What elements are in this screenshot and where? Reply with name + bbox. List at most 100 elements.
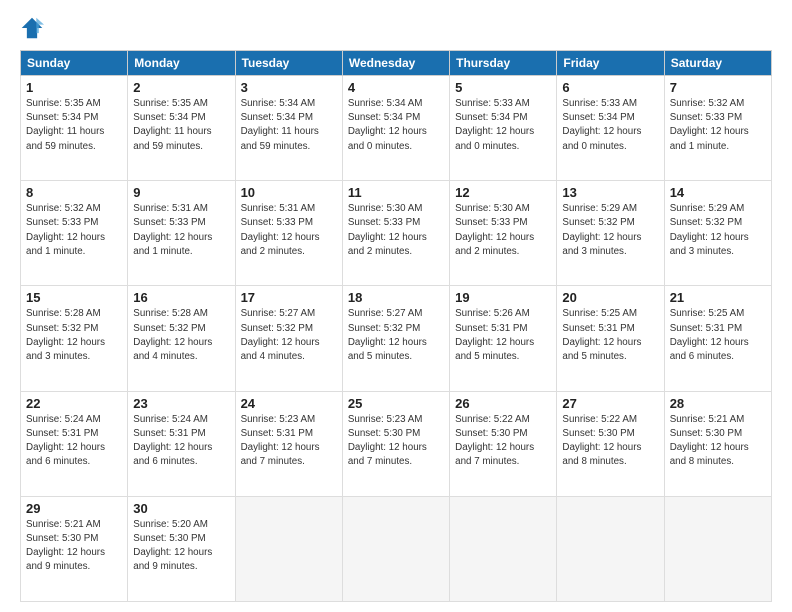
day-number: 30 [133, 501, 229, 516]
calendar-cell: 10 Sunrise: 5:31 AMSunset: 5:33 PMDayligh… [235, 181, 342, 286]
day-info: Sunrise: 5:27 AMSunset: 5:32 PMDaylight:… [241, 307, 337, 364]
day-info: Sunrise: 5:33 AMSunset: 5:34 PMDaylight:… [455, 97, 551, 154]
calendar-cell: 29 Sunrise: 5:21 AMSunset: 5:30 PMDayligh… [21, 496, 128, 601]
day-number: 1 [26, 80, 122, 95]
day-number: 18 [348, 290, 444, 305]
day-info: Sunrise: 5:21 AMSunset: 5:30 PMDaylight:… [670, 413, 766, 470]
day-header-wednesday: Wednesday [342, 51, 449, 76]
day-info: Sunrise: 5:26 AMSunset: 5:31 PMDaylight:… [455, 307, 551, 364]
calendar-cell: 20 Sunrise: 5:25 AMSunset: 5:31 PMDayligh… [557, 286, 664, 391]
calendar-cell: 16 Sunrise: 5:28 AMSunset: 5:32 PMDayligh… [128, 286, 235, 391]
calendar-cell: 11 Sunrise: 5:30 AMSunset: 5:33 PMDayligh… [342, 181, 449, 286]
day-number: 28 [670, 396, 766, 411]
day-info: Sunrise: 5:28 AMSunset: 5:32 PMDaylight:… [133, 307, 229, 364]
calendar-cell [235, 496, 342, 601]
day-number: 17 [241, 290, 337, 305]
day-info: Sunrise: 5:30 AMSunset: 5:33 PMDaylight:… [348, 202, 444, 259]
day-info: Sunrise: 5:24 AMSunset: 5:31 PMDaylight:… [26, 413, 122, 470]
day-number: 2 [133, 80, 229, 95]
day-info: Sunrise: 5:35 AMSunset: 5:34 PMDaylight:… [133, 97, 229, 154]
calendar-cell: 13 Sunrise: 5:29 AMSunset: 5:32 PMDayligh… [557, 181, 664, 286]
calendar-cell [557, 496, 664, 601]
calendar-cell: 19 Sunrise: 5:26 AMSunset: 5:31 PMDayligh… [450, 286, 557, 391]
day-number: 14 [670, 185, 766, 200]
day-number: 8 [26, 185, 122, 200]
day-info: Sunrise: 5:22 AMSunset: 5:30 PMDaylight:… [455, 413, 551, 470]
day-info: Sunrise: 5:25 AMSunset: 5:31 PMDaylight:… [562, 307, 658, 364]
day-number: 24 [241, 396, 337, 411]
day-number: 6 [562, 80, 658, 95]
day-info: Sunrise: 5:34 AMSunset: 5:34 PMDaylight:… [241, 97, 337, 154]
day-info: Sunrise: 5:31 AMSunset: 5:33 PMDaylight:… [241, 202, 337, 259]
day-info: Sunrise: 5:34 AMSunset: 5:34 PMDaylight:… [348, 97, 444, 154]
day-number: 11 [348, 185, 444, 200]
day-number: 10 [241, 185, 337, 200]
calendar-cell: 30 Sunrise: 5:20 AMSunset: 5:30 PMDayligh… [128, 496, 235, 601]
day-header-thursday: Thursday [450, 51, 557, 76]
day-number: 16 [133, 290, 229, 305]
calendar-page: SundayMondayTuesdayWednesdayThursdayFrid… [0, 0, 792, 612]
day-number: 13 [562, 185, 658, 200]
calendar-cell: 3 Sunrise: 5:34 AMSunset: 5:34 PMDaylight… [235, 76, 342, 181]
calendar-cell [342, 496, 449, 601]
calendar-cell: 18 Sunrise: 5:27 AMSunset: 5:32 PMDayligh… [342, 286, 449, 391]
day-number: 26 [455, 396, 551, 411]
calendar-cell: 4 Sunrise: 5:34 AMSunset: 5:34 PMDaylight… [342, 76, 449, 181]
day-info: Sunrise: 5:30 AMSunset: 5:33 PMDaylight:… [455, 202, 551, 259]
calendar-cell: 28 Sunrise: 5:21 AMSunset: 5:30 PMDayligh… [664, 391, 771, 496]
day-number: 25 [348, 396, 444, 411]
calendar-cell [664, 496, 771, 601]
calendar-cell: 27 Sunrise: 5:22 AMSunset: 5:30 PMDayligh… [557, 391, 664, 496]
day-number: 19 [455, 290, 551, 305]
day-info: Sunrise: 5:27 AMSunset: 5:32 PMDaylight:… [348, 307, 444, 364]
day-info: Sunrise: 5:35 AMSunset: 5:34 PMDaylight:… [26, 97, 122, 154]
day-info: Sunrise: 5:23 AMSunset: 5:31 PMDaylight:… [241, 413, 337, 470]
day-header-friday: Friday [557, 51, 664, 76]
calendar-cell: 2 Sunrise: 5:35 AMSunset: 5:34 PMDaylight… [128, 76, 235, 181]
calendar-cell: 24 Sunrise: 5:23 AMSunset: 5:31 PMDayligh… [235, 391, 342, 496]
calendar-cell: 23 Sunrise: 5:24 AMSunset: 5:31 PMDayligh… [128, 391, 235, 496]
calendar-cell: 12 Sunrise: 5:30 AMSunset: 5:33 PMDayligh… [450, 181, 557, 286]
day-info: Sunrise: 5:33 AMSunset: 5:34 PMDaylight:… [562, 97, 658, 154]
day-info: Sunrise: 5:21 AMSunset: 5:30 PMDaylight:… [26, 518, 122, 575]
day-info: Sunrise: 5:25 AMSunset: 5:31 PMDaylight:… [670, 307, 766, 364]
day-info: Sunrise: 5:29 AMSunset: 5:32 PMDaylight:… [670, 202, 766, 259]
day-number: 15 [26, 290, 122, 305]
calendar-cell: 22Sunrise: 5:24 AMSunset: 5:31 PMDayligh… [21, 391, 128, 496]
day-info: Sunrise: 5:32 AMSunset: 5:33 PMDaylight:… [26, 202, 122, 259]
logo-icon [20, 16, 44, 40]
day-number: 23 [133, 396, 229, 411]
calendar-cell: 5 Sunrise: 5:33 AMSunset: 5:34 PMDaylight… [450, 76, 557, 181]
calendar-table: SundayMondayTuesdayWednesdayThursdayFrid… [20, 50, 772, 602]
day-info: Sunrise: 5:28 AMSunset: 5:32 PMDaylight:… [26, 307, 122, 364]
day-number: 4 [348, 80, 444, 95]
day-header-saturday: Saturday [664, 51, 771, 76]
day-number: 21 [670, 290, 766, 305]
day-header-sunday: Sunday [21, 51, 128, 76]
day-info: Sunrise: 5:20 AMSunset: 5:30 PMDaylight:… [133, 518, 229, 575]
calendar-cell: 15 Sunrise: 5:28 AMSunset: 5:32 PMDayligh… [21, 286, 128, 391]
calendar-cell: 17 Sunrise: 5:27 AMSunset: 5:32 PMDayligh… [235, 286, 342, 391]
day-number: 9 [133, 185, 229, 200]
day-info: Sunrise: 5:23 AMSunset: 5:30 PMDaylight:… [348, 413, 444, 470]
day-info: Sunrise: 5:22 AMSunset: 5:30 PMDaylight:… [562, 413, 658, 470]
day-number: 27 [562, 396, 658, 411]
day-header-tuesday: Tuesday [235, 51, 342, 76]
day-number: 3 [241, 80, 337, 95]
day-info: Sunrise: 5:24 AMSunset: 5:31 PMDaylight:… [133, 413, 229, 470]
day-info: Sunrise: 5:31 AMSunset: 5:33 PMDaylight:… [133, 202, 229, 259]
day-number: 29 [26, 501, 122, 516]
day-number: 20 [562, 290, 658, 305]
calendar-cell: 1 Sunrise: 5:35 AMSunset: 5:34 PMDaylight… [21, 76, 128, 181]
calendar-cell [450, 496, 557, 601]
day-info: Sunrise: 5:32 AMSunset: 5:33 PMDaylight:… [670, 97, 766, 154]
calendar-cell: 14 Sunrise: 5:29 AMSunset: 5:32 PMDayligh… [664, 181, 771, 286]
day-number: 5 [455, 80, 551, 95]
calendar-cell: 21 Sunrise: 5:25 AMSunset: 5:31 PMDayligh… [664, 286, 771, 391]
calendar-cell: 9 Sunrise: 5:31 AMSunset: 5:33 PMDaylight… [128, 181, 235, 286]
day-header-monday: Monday [128, 51, 235, 76]
calendar-cell: 8 Sunrise: 5:32 AMSunset: 5:33 PMDaylight… [21, 181, 128, 286]
day-info: Sunrise: 5:29 AMSunset: 5:32 PMDaylight:… [562, 202, 658, 259]
day-number: 12 [455, 185, 551, 200]
day-number: 7 [670, 80, 766, 95]
